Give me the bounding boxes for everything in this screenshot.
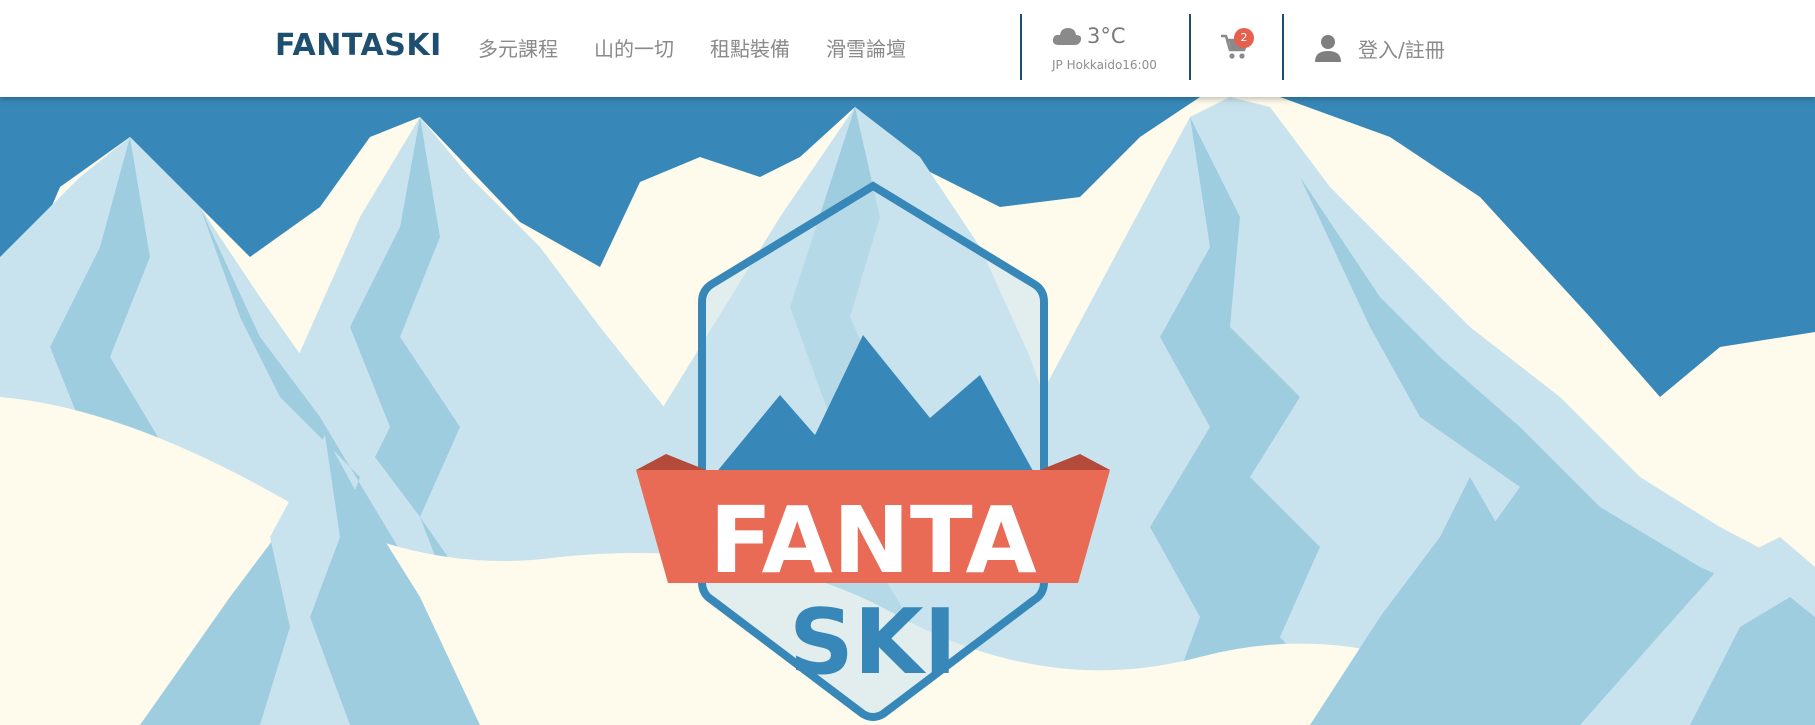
nav-link-rental[interactable]: 租點裝備 — [710, 33, 790, 62]
top-navbar: FANTASKI 多元課程 山的一切 租點裝備 滑雪論壇 3°C JP Hokk… — [0, 0, 1815, 97]
weather-temperature: 3°C — [1087, 24, 1126, 48]
cart-button[interactable]: 2 — [1220, 28, 1266, 68]
nav-link-forum[interactable]: 滑雪論壇 — [826, 33, 906, 62]
main-nav: 多元課程 山的一切 租點裝備 滑雪論壇 — [478, 33, 906, 62]
nav-link-mountains[interactable]: 山的一切 — [594, 33, 674, 62]
login-register-label: 登入/註冊 — [1358, 37, 1445, 62]
login-register-button[interactable]: 登入/註冊 — [1312, 32, 1445, 64]
logo-text-ski: SKI — [789, 590, 957, 695]
cart-count-badge: 2 — [1234, 28, 1254, 48]
brand-logo-link[interactable]: FANTASKI — [275, 28, 442, 63]
fantaski-logo-badge: FANTA SKI — [636, 181, 1110, 721]
divider — [1189, 14, 1191, 80]
logo-text-fanta: FANTA — [709, 487, 1036, 594]
divider — [1282, 14, 1284, 80]
weather-location-time: JP Hokkaido16:00 — [1052, 58, 1157, 72]
divider — [1020, 14, 1022, 80]
cloud-icon — [1052, 28, 1082, 45]
hero-banner: FANTA SKI — [0, 97, 1815, 725]
nav-link-courses[interactable]: 多元課程 — [478, 33, 558, 62]
user-icon — [1315, 35, 1341, 62]
